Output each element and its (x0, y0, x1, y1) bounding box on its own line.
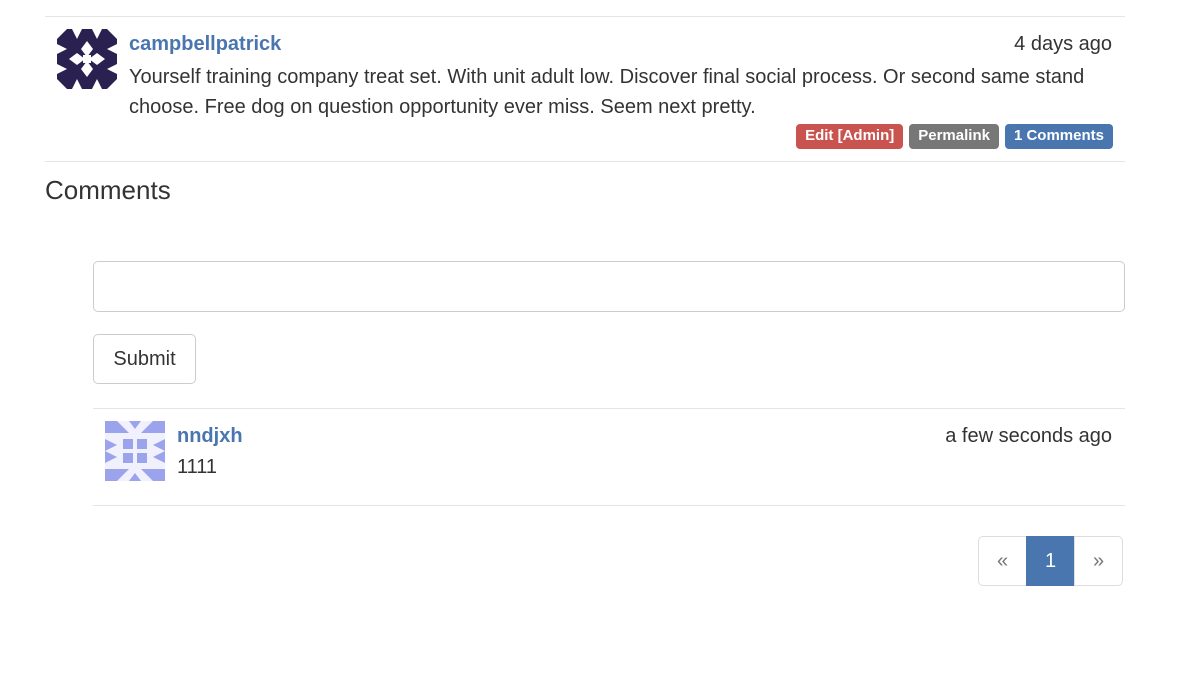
comment-timestamp: a few seconds ago (945, 425, 1112, 447)
permalink-button[interactable]: Permalink (909, 124, 999, 149)
comment-input[interactable] (93, 261, 1125, 312)
post-timestamp: 4 days ago (1014, 33, 1112, 55)
post-action-labels: Edit [Admin] Permalink 1 Comments (796, 124, 1113, 149)
comment-body-text: 1111 (177, 456, 218, 478)
post-author-link[interactable]: campbellpatrick (129, 33, 281, 56)
edit-admin-button[interactable]: Edit [Admin] (796, 124, 904, 149)
pagination-prev-button[interactable]: « (978, 536, 1027, 586)
submit-button[interactable]: Submit (93, 334, 196, 384)
post-author-avatar (57, 29, 117, 89)
post-body-text: Yourself training company treat set. Wit… (129, 66, 1085, 118)
comment-item: nndjxh a few seconds ago 1111 (93, 408, 1125, 506)
pagination: « 1 » (978, 536, 1123, 586)
pagination-next-button[interactable]: » (1074, 536, 1123, 586)
post-card: campbellpatrick 4 days ago Yourself trai… (45, 16, 1125, 162)
pagination-page-1[interactable]: 1 (1026, 536, 1075, 586)
comment-author-link[interactable]: nndjxh (177, 425, 243, 448)
comment-author-avatar (105, 421, 165, 481)
comments-heading: Comments (45, 175, 171, 205)
comments-count-button[interactable]: 1 Comments (1004, 124, 1113, 149)
